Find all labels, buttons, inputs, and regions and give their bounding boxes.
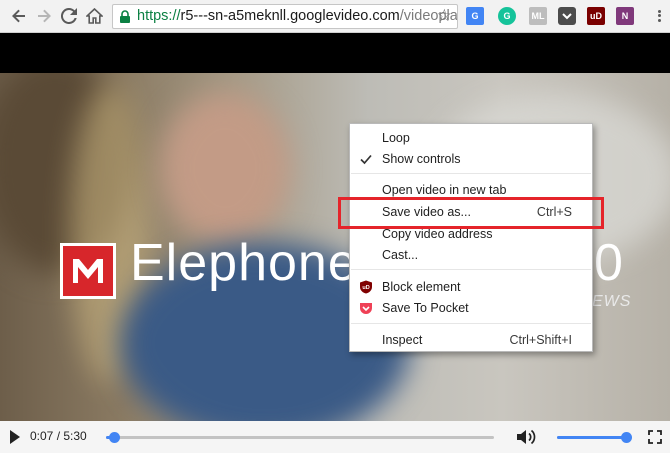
menu-item-label: Show controls <box>382 152 461 166</box>
svg-text:uD: uD <box>362 285 369 291</box>
browser-toolbar: https://r5---sn-a5meknll.googlevideo.com… <box>0 0 670 33</box>
url-text: https://r5---sn-a5meknll.googlevideo.com… <box>137 8 457 24</box>
video-bg-face <box>160 93 290 243</box>
play-icon[interactable] <box>10 430 20 444</box>
arrow-left-icon <box>12 9 25 23</box>
url-host: r5---sn-a5meknll.googlevideo.com <box>180 8 400 24</box>
onenote-icon[interactable]: N <box>616 7 634 25</box>
menu-separator <box>351 173 591 174</box>
time-display: 0:07 / 5:30 <box>30 429 87 443</box>
menu-item-loop[interactable]: Loop <box>350 128 592 149</box>
menu-item-label: Inspect <box>382 333 423 347</box>
menu-item-inspect[interactable]: Inspect Ctrl+Shift+I <box>350 330 592 351</box>
home-icon <box>85 8 103 24</box>
address-bar[interactable]: https://r5---sn-a5meknll.googlevideo.com… <box>112 4 458 29</box>
url-scheme: https:// <box>137 8 181 24</box>
pocket-icon <box>360 303 372 314</box>
google-translate-icon[interactable]: G <box>466 7 484 25</box>
brand-logo-icon <box>60 243 116 299</box>
menu-item-show-controls[interactable]: Show controls <box>350 149 592 170</box>
menu-item-label: Open video in new tab <box>382 183 507 197</box>
menu-item-shortcut: Ctrl+Shift+I <box>509 333 572 347</box>
seek-bar-thumb[interactable] <box>109 432 121 443</box>
menu-item-label: Cast... <box>382 248 419 262</box>
seek-bar[interactable] <box>106 432 494 443</box>
volume-slider-thumb[interactable] <box>620 432 632 443</box>
menu-separator <box>351 323 591 324</box>
duration: 5:30 <box>63 429 87 443</box>
ublock-icon: uD <box>360 280 372 294</box>
home-button[interactable] <box>83 5 105 27</box>
highlight-annotation-box <box>338 197 604 229</box>
video-controls-bar: 0:07 / 5:30 <box>0 421 670 453</box>
pocket-icon[interactable] <box>558 7 576 25</box>
menu-separator <box>351 269 591 270</box>
video-title-overlay: Elephone <box>130 234 358 292</box>
video-subtitle-overlay: EWS <box>592 293 632 310</box>
context-menu: Loop Show controls Open video in new tab… <box>349 123 593 352</box>
arrow-right-icon <box>38 9 51 23</box>
forward-button[interactable] <box>33 5 55 27</box>
video-title-overlay-tail: 0 <box>594 234 623 292</box>
chrome-menu-button[interactable] <box>652 6 666 26</box>
lock-icon <box>120 10 130 23</box>
ml-extension-icon[interactable]: ML <box>529 7 547 25</box>
bookmark-star-icon[interactable]: ☆ <box>437 6 452 26</box>
ublock-icon[interactable]: uD <box>587 7 605 25</box>
menu-item-label: Loop <box>382 131 410 145</box>
menu-item-cast[interactable]: Cast... <box>350 245 592 266</box>
reload-button[interactable] <box>58 5 80 27</box>
volume-slider[interactable] <box>557 432 632 443</box>
check-icon <box>360 154 372 165</box>
volume-icon[interactable] <box>516 428 538 446</box>
menu-item-save-to-pocket[interactable]: Save To Pocket <box>350 298 592 319</box>
grammarly-icon[interactable]: G <box>498 7 516 25</box>
volume-slider-fill <box>557 436 626 439</box>
current-time: 0:07 <box>30 429 54 443</box>
reload-icon <box>61 8 77 24</box>
menu-item-label: Block element <box>382 280 461 294</box>
menu-item-label: Copy video address <box>382 227 493 241</box>
back-button[interactable] <box>8 5 30 27</box>
menu-item-label: Save To Pocket <box>382 301 469 315</box>
fullscreen-icon[interactable] <box>648 430 662 444</box>
menu-item-block-element[interactable]: uD Block element <box>350 277 592 298</box>
